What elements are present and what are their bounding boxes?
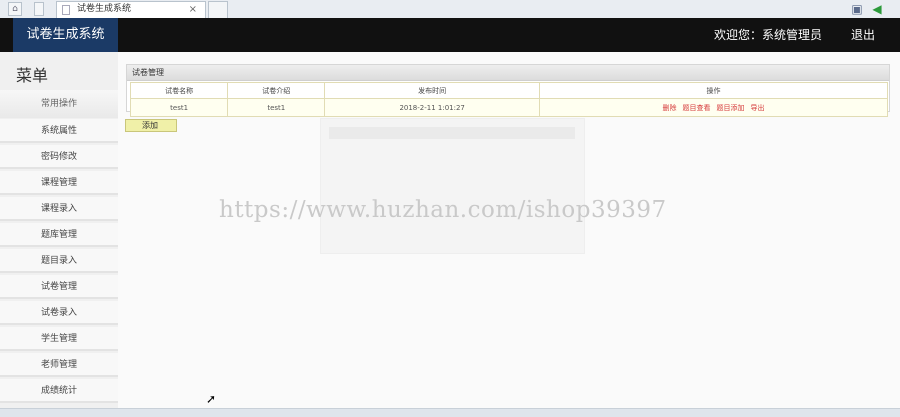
faint-dialog-bar <box>329 127 575 139</box>
sidebar-item-student-manage[interactable]: 学生管理 <box>0 327 118 351</box>
sidebar-item-course-manage[interactable]: 课程管理 <box>0 171 118 195</box>
page-icon[interactable] <box>34 2 44 16</box>
app-header: 试卷生成系统 欢迎您：系统管理员 退出 <box>0 18 900 52</box>
add-button[interactable]: 添加 <box>125 119 177 132</box>
brand-title: 试卷生成系统 <box>13 18 118 52</box>
cell-paper-name: test1 <box>129 98 229 117</box>
cell-paper-intro: test1 <box>227 98 326 117</box>
browser-chrome: ⌂ 试卷生成系统 × ▣ ◀ <box>0 0 900 19</box>
menu-group-common[interactable]: 常用操作 <box>0 90 118 118</box>
back-arrow-icon[interactable]: ◀ <box>870 2 884 16</box>
sidebar-item-score-stats[interactable]: 成绩统计 <box>0 379 118 403</box>
sidebar-item-question-bank[interactable]: 题库管理 <box>0 223 118 247</box>
menu-title: 菜单 <box>16 66 49 85</box>
table-row: test1 test1 2018-2-11 1:01:27 删除 题目查看 题目添加… <box>129 98 889 117</box>
close-icon[interactable]: × <box>189 2 197 17</box>
mouse-cursor-icon: ➚ <box>206 392 217 406</box>
paper-management-panel: 试卷管理 试卷名称 试卷介绍 发布时间 操作 test1 test1 2018-… <box>126 64 890 117</box>
column-header-intro: 试卷介绍 <box>227 82 326 99</box>
page-icon <box>62 5 70 15</box>
sidebar-item-system-settings[interactable]: 系统属性 <box>0 119 118 143</box>
paper-table: 试卷名称 试卷介绍 发布时间 操作 test1 test1 2018-2-11 … <box>129 82 889 117</box>
cell-actions: 删除 题目查看 题目添加 导出 <box>538 98 889 117</box>
column-header-actions: 操作 <box>538 82 889 99</box>
sidebar-item-paper-add[interactable]: 试卷录入 <box>0 301 118 325</box>
watermark-text: https://www.huzhan.com/ishop39397 <box>219 197 667 223</box>
cell-publish-time: 2018-2-11 1:01:27 <box>324 98 540 117</box>
sidebar-item-course-add[interactable]: 课程录入 <box>0 197 118 221</box>
new-tab-button[interactable] <box>208 1 228 18</box>
column-header-time: 发布时间 <box>324 82 540 99</box>
sidebar-item-paper-manage[interactable]: 试卷管理 <box>0 275 118 299</box>
export-link[interactable]: 导出 <box>750 104 764 112</box>
welcome-text: 欢迎您：系统管理员 <box>714 28 823 42</box>
panel-title: 试卷管理 <box>127 65 889 81</box>
sidebar-item-question-add[interactable]: 题目录入 <box>0 249 118 273</box>
save-icon[interactable]: ▣ <box>850 2 864 16</box>
logout-link[interactable]: 退出 <box>851 18 875 52</box>
column-header-name: 试卷名称 <box>129 82 229 99</box>
sidebar-item-teacher-manage[interactable]: 老师管理 <box>0 353 118 377</box>
home-icon[interactable]: ⌂ <box>8 2 22 16</box>
delete-link[interactable]: 删除 <box>662 104 676 112</box>
tab-title: 试卷生成系统 <box>77 4 132 14</box>
faint-dialog-overlay <box>320 118 585 254</box>
view-questions-link[interactable]: 题目查看 <box>682 104 710 112</box>
browser-tab[interactable]: 试卷生成系统 × <box>56 1 206 18</box>
sidebar: 菜单 常用操作 系统属性 密码修改 课程管理 课程录入 题库管理 题目录入 试卷… <box>0 52 118 416</box>
add-questions-link[interactable]: 题目添加 <box>716 104 744 112</box>
sidebar-item-password[interactable]: 密码修改 <box>0 145 118 169</box>
